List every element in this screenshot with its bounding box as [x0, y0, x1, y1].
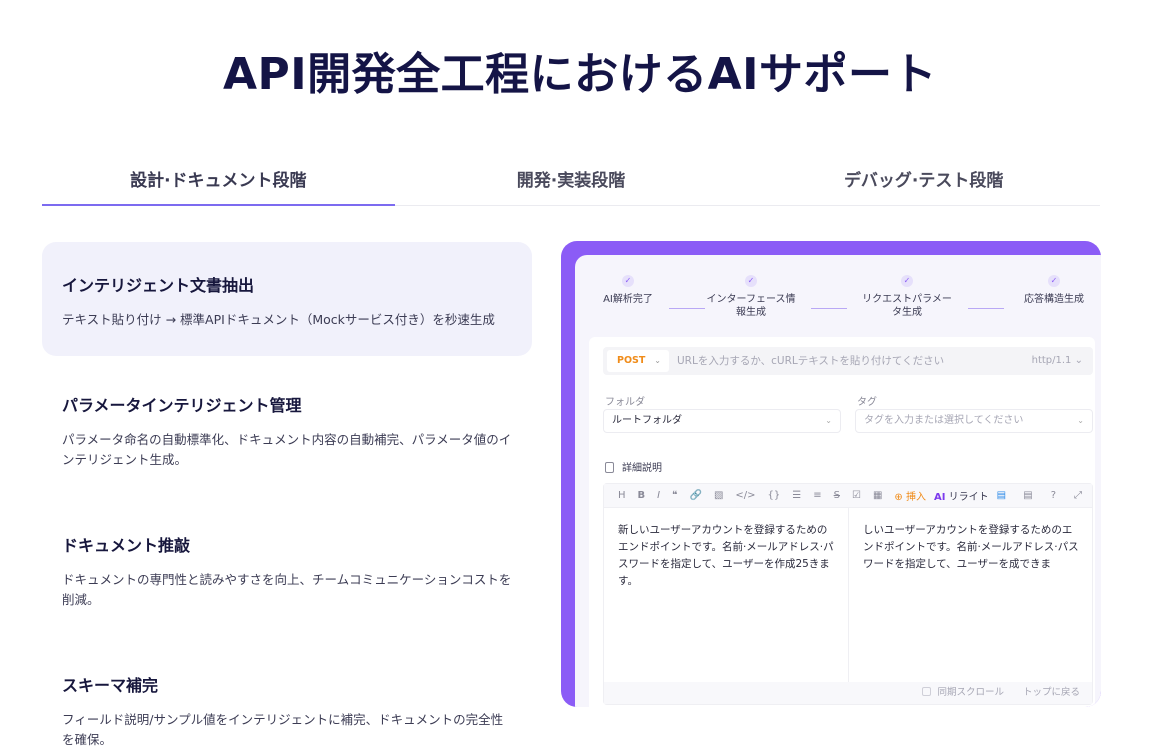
italic-icon[interactable]: I [657, 490, 660, 501]
check-icon: ✓ [745, 275, 757, 287]
task-list-icon[interactable]: ☑ [852, 490, 861, 501]
mock-app: ✓ AI解析完了 ✓ インターフェース情報生成 ✓ リクエストパラメータ生成 ✓… [575, 255, 1101, 707]
quote-icon[interactable]: ❝ [672, 490, 677, 501]
check-icon: ✓ [622, 275, 634, 287]
feature-title: スキーマ補完 [62, 676, 159, 695]
bullet-list-icon[interactable]: ☰ [792, 490, 801, 501]
link-icon[interactable]: 🔗 [690, 490, 702, 501]
table-icon[interactable]: ▦ [873, 490, 882, 501]
step-label: インターフェース情報生成 [706, 294, 796, 318]
step-label: AI解析完了 [603, 294, 653, 305]
step-ai-analysis: ✓ AI解析完了 [595, 275, 661, 306]
sync-scroll-checkbox[interactable] [922, 687, 932, 696]
stage-tabs: 設計·ドキュメント段階 開発·実装段階 デバッグ·テスト段階 [42, 150, 1100, 206]
code-block-icon[interactable]: {} [768, 490, 781, 501]
preview-icon[interactable]: ▤ [1023, 490, 1032, 501]
editor-preview-pane: しいユーザーアカウントを登録するためのエンドポイントです。名前·メールアドレス·… [863, 524, 1079, 570]
help-icon[interactable]: ? [1051, 490, 1056, 501]
insert-label: 挿入 [905, 492, 926, 503]
markdown-editor: H B I ❝ 🔗 ▧ </> {} ☰ ≡ S ☑ ▦ ⊕ 挿入 AI リライ… [603, 483, 1093, 705]
feature-title: ドキュメント推敲 [62, 536, 191, 555]
step-interface-info: ✓ インターフェース情報生成 [705, 275, 797, 319]
document-icon [605, 462, 614, 473]
code-icon[interactable]: </> [735, 490, 755, 501]
editor-footer: 同期スクロール トップに戻る [604, 682, 1092, 704]
ai-rewrite-label: リライト [948, 492, 989, 503]
feature-item-doc-polish[interactable]: ドキュメント推敲 ドキュメントの専門性と読みやすさを向上、チームコミュニケーショ… [42, 502, 532, 636]
tab-debug-test[interactable]: デバッグ·テスト段階 [747, 150, 1100, 205]
numbered-list-icon[interactable]: ≡ [813, 490, 821, 501]
feature-item-schema-completion[interactable]: スキーマ補完 フィールド説明/サンプル値をインテリジェントに補完、ドキュメントの… [42, 642, 532, 756]
image-icon[interactable]: ▧ [714, 490, 723, 501]
tab-design-docs[interactable]: 設計·ドキュメント段階 [42, 150, 395, 206]
step-connector [669, 308, 705, 309]
step-label: 応答構造生成 [1024, 294, 1084, 305]
tag-select[interactable]: タグを入力または選択してください ⌄ [855, 409, 1093, 433]
folder-label: フォルダ [605, 397, 645, 408]
tag-placeholder: タグを入力または選択してください [864, 415, 1024, 426]
feature-desc: フィールド説明/サンプル値をインテリジェントに補完、ドキュメントの完全性を確保。 [62, 712, 504, 747]
feature-title: パラメータインテリジェント管理 [62, 396, 302, 415]
folder-value: ルートフォルダ [612, 415, 682, 426]
chevron-down-icon: ⌄ [1074, 355, 1083, 366]
check-icon: ✓ [1048, 275, 1060, 287]
tag-label: タグ [857, 397, 877, 408]
feature-desc: ドキュメントの専門性と読みやすさを向上、チームコミュニケーションコストを削減。 [62, 572, 512, 607]
editor-body: 新しいユーザーアカウントを登録するためのエンドポイントです。名前·メールアドレス… [604, 508, 1094, 684]
product-screenshot-panel: ✓ AI解析完了 ✓ インターフェース情報生成 ✓ リクエストパラメータ生成 ✓… [561, 241, 1101, 707]
step-request-params: ✓ リクエストパラメータ生成 [861, 275, 953, 319]
feature-item-param-management[interactable]: パラメータインテリジェント管理 パラメータ命名の自動標準化、ドキュメント内容の自… [42, 362, 532, 496]
description-label-text: 詳細説明 [622, 463, 662, 474]
fullscreen-icon[interactable]: ⤢ [1074, 490, 1082, 501]
strikethrough-icon[interactable]: S [834, 490, 840, 501]
back-to-top-link[interactable]: トップに戻る [1023, 687, 1080, 698]
ai-icon: AI [933, 492, 946, 503]
url-bar: POST ⌄ URLを入力するか、cURLテキストを貼り付けてください http… [603, 347, 1093, 375]
editor-input-pane[interactable]: 新しいユーザーアカウントを登録するためのエンドポイントです。名前·メールアドレス… [604, 508, 849, 684]
feature-title: インテリジェント文書抽出 [62, 276, 255, 295]
url-input[interactable]: URLを入力するか、cURLテキストを貼り付けてください [677, 347, 944, 375]
step-label: リクエストパラメータ生成 [862, 294, 952, 318]
page-title: API開発全工程におけるAIサポート [222, 49, 938, 100]
step-connector [968, 308, 1004, 309]
method-value: POST [617, 355, 646, 366]
document-icon[interactable]: ▤ [997, 490, 1006, 501]
ai-rewrite-button[interactable]: AI リライト [934, 488, 989, 503]
feature-item-doc-extraction[interactable]: インテリジェント文書抽出 テキスト貼り付け → 標準APIドキュメント（Mock… [42, 242, 532, 356]
feature-desc: パラメータ命名の自動標準化、ドキュメント内容の自動補完、パラメータ値のインテリジ… [62, 432, 512, 467]
feature-desc: テキスト貼り付け → 標準APIドキュメント（Mockサービス付き）を秒速生成 [62, 312, 495, 327]
editor-toolbar: H B I ❝ 🔗 ▧ </> {} ☰ ≡ S ☑ ▦ ⊕ 挿入 AI リライ… [604, 484, 1092, 508]
folder-select[interactable]: ルートフォルダ ⌄ [603, 409, 841, 433]
description-label: 詳細説明 [605, 459, 662, 474]
check-icon: ✓ [901, 275, 913, 287]
heading-icon[interactable]: H [618, 490, 626, 501]
http-version-select[interactable]: http/1.1 ⌄ [1032, 347, 1083, 375]
progress-steps: ✓ AI解析完了 ✓ インターフェース情報生成 ✓ リクエストパラメータ生成 ✓… [575, 275, 1101, 335]
bold-icon[interactable]: B [638, 490, 646, 501]
http-version-value: http/1.1 [1031, 355, 1072, 366]
chevron-down-icon: ⌄ [1077, 416, 1084, 425]
method-select[interactable]: POST ⌄ [607, 350, 669, 372]
insert-button[interactable]: ⊕ 挿入 [894, 488, 926, 503]
chevron-down-icon: ⌄ [825, 416, 832, 425]
toolbar-right: ▤ ? ⤢ [1023, 490, 1092, 501]
feature-list: インテリジェント文書抽出 テキスト貼り付け → 標準APIドキュメント（Mock… [42, 242, 532, 756]
tab-development[interactable]: 開発·実装段階 [395, 150, 748, 205]
chevron-down-icon: ⌄ [654, 356, 661, 365]
sync-scroll-label[interactable]: 同期スクロール [937, 687, 1004, 698]
step-connector [811, 308, 847, 309]
step-response-structure: ✓ 応答構造生成 [1017, 275, 1091, 306]
request-form: POST ⌄ URLを入力するか、cURLテキストを貼り付けてください http… [589, 337, 1095, 707]
